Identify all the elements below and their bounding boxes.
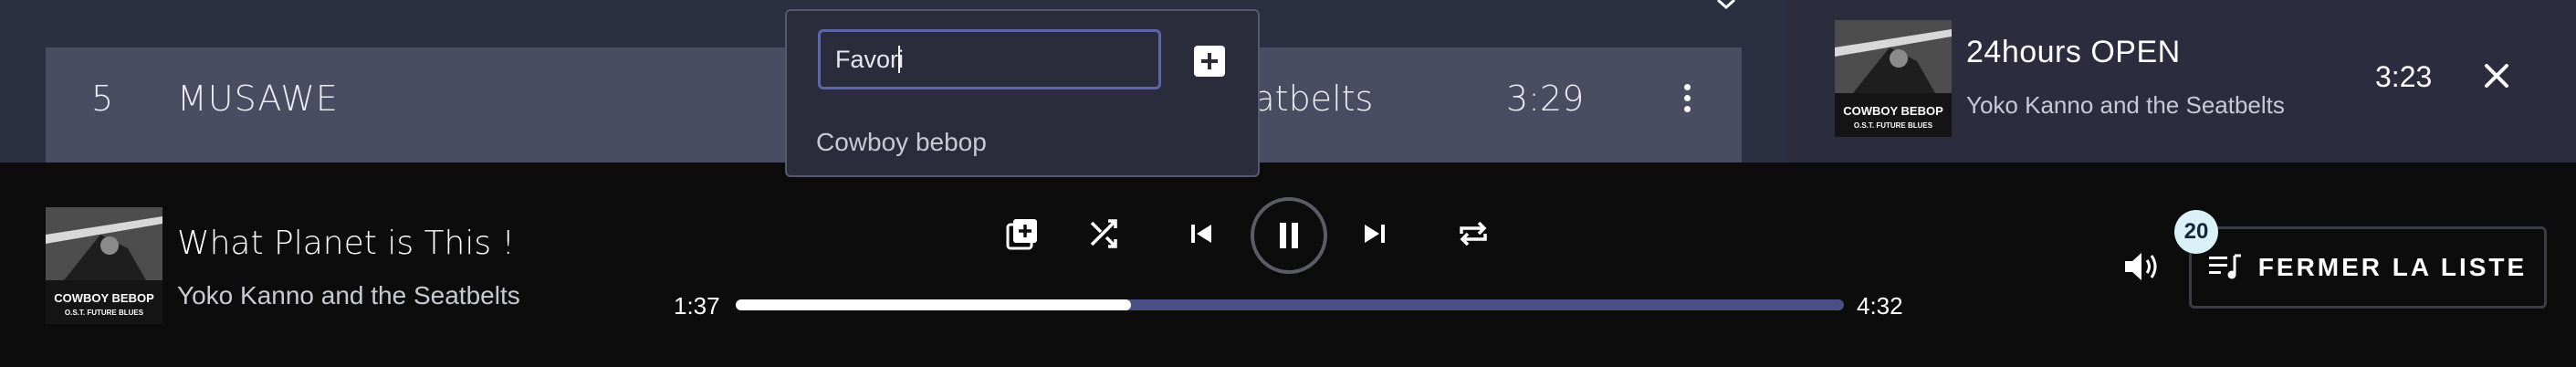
album-cover: COWBOY BEBOP O.S.T. FUTURE BLUES xyxy=(46,207,162,324)
shuffle-icon[interactable] xyxy=(1081,210,1128,257)
progress-slider[interactable] xyxy=(736,299,1844,310)
progress-fill xyxy=(736,299,1132,310)
skip-back-icon[interactable] xyxy=(1178,210,1225,257)
total-time: 4:32 xyxy=(1857,292,1903,320)
queue-panel: COWBOY BEBOP O.S.T. FUTURE BLUES 24hours… xyxy=(1787,0,2576,163)
text-caret xyxy=(898,46,900,73)
track-title: MUSAWE xyxy=(177,79,339,119)
close-list-button[interactable]: FERMER LA LISTE xyxy=(2189,226,2547,309)
elapsed-time: 1:37 xyxy=(674,292,720,320)
queue-count-badge: 20 xyxy=(2174,210,2218,254)
track-number: 5 xyxy=(91,79,114,119)
plus-square-icon[interactable] xyxy=(1194,46,1225,77)
skip-forward-icon[interactable] xyxy=(1351,210,1398,257)
playlist-option[interactable]: Cowboy bebop xyxy=(816,128,987,157)
queue-track-artist: Yoko Kanno and the Seatbelts xyxy=(1966,91,2285,119)
now-playing-title: What Planet is This ! xyxy=(177,225,515,262)
playlist-name-input[interactable] xyxy=(818,29,1161,89)
queue-track-duration: 3:23 xyxy=(2375,60,2433,93)
playlist-icon xyxy=(2208,254,2241,279)
pause-icon[interactable] xyxy=(1251,197,1327,274)
now-playing-artist: Yoko Kanno and the Seatbelts xyxy=(177,281,520,309)
close-icon[interactable] xyxy=(2483,62,2510,89)
album-cover: COWBOY BEBOP O.S.T. FUTURE BLUES xyxy=(1835,20,1952,137)
chevron-down-icon[interactable] xyxy=(1716,0,1736,9)
add-to-queue-icon[interactable] xyxy=(999,210,1046,257)
cover-subtitle: O.S.T. FUTURE BLUES xyxy=(1854,121,1933,130)
track-duration: 3:29 xyxy=(1506,79,1585,119)
cover-title: COWBOY BEBOP xyxy=(1843,104,1943,118)
cover-subtitle: O.S.T. FUTURE BLUES xyxy=(65,309,144,317)
playlist-popup: Cowboy bebop xyxy=(785,9,1260,177)
volume-icon[interactable] xyxy=(2123,250,2160,283)
more-vertical-icon[interactable] xyxy=(1676,84,1698,117)
close-list-label: FERMER LA LISTE xyxy=(2257,253,2528,281)
queue-track-title: 24hours OPEN xyxy=(1966,35,2181,69)
player-bar: COWBOY BEBOP O.S.T. FUTURE BLUES What Pl… xyxy=(0,163,2576,367)
cover-title: COWBOY BEBOP xyxy=(54,291,154,305)
repeat-icon[interactable] xyxy=(1450,210,1497,257)
